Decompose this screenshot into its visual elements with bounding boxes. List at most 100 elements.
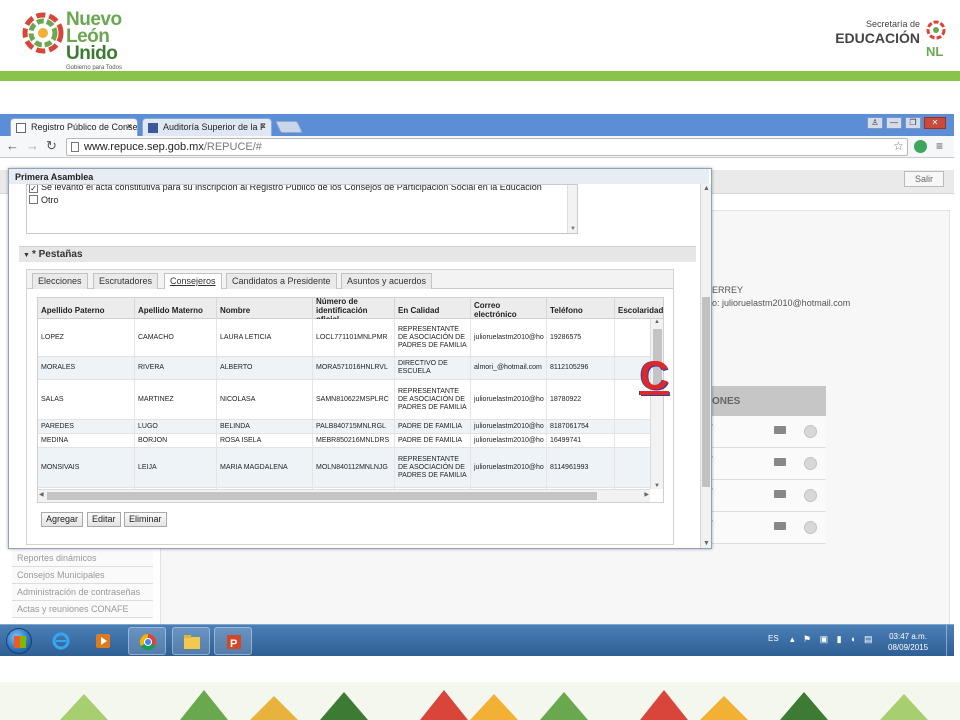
browser-tab-repuce[interactable]: Registro Público de Conse × xyxy=(10,118,138,136)
dialog-scrollbar[interactable]: ▲ ▼ xyxy=(700,184,711,548)
table-row[interactable]: MEDINA BORJON ROSA ISELA MEBR850216MNLDRS PA… xyxy=(38,434,650,448)
minimize-button[interactable]: — xyxy=(886,117,902,129)
agregar-button[interactable]: Agregar xyxy=(41,512,84,527)
checkbox-checked[interactable]: ✓ xyxy=(29,185,38,193)
taskbar-media-player[interactable] xyxy=(84,627,122,655)
close-tab-icon[interactable]: × xyxy=(127,121,132,131)
column-header[interactable]: Nombre xyxy=(217,298,313,319)
language-indicator[interactable]: ES xyxy=(768,634,779,643)
table-cell-id: PALB840715MNLRGL xyxy=(313,420,395,433)
checkbox-option[interactable]: Otro xyxy=(29,195,59,205)
media-player-icon xyxy=(96,634,110,648)
scroll-left-arrow-icon[interactable]: ◀ xyxy=(39,491,44,498)
print-icon[interactable] xyxy=(774,458,786,466)
clock[interactable]: 03:47 a.m. 08/09/2015 xyxy=(888,631,928,653)
status-icon[interactable] xyxy=(804,425,817,438)
salir-label: Salir xyxy=(914,174,933,184)
table-row[interactable]: LOPEZ CAMACHO LAURA LETICIA LOCL771101MNLPM… xyxy=(38,319,650,357)
column-header[interactable]: Apellido Materno xyxy=(135,298,217,319)
footer-triangle xyxy=(320,692,368,720)
close-window-button[interactable]: ✕ xyxy=(924,117,946,129)
print-icon[interactable] xyxy=(774,490,786,498)
column-header[interactable]: Correo electrónico xyxy=(471,298,547,319)
eliminar-button[interactable]: Eliminar xyxy=(124,512,167,527)
pestanas-section-header[interactable]: ▼ * Pestañas xyxy=(19,246,696,262)
column-header[interactable]: Teléfono xyxy=(547,298,615,319)
tab-consejeros[interactable]: Consejeros xyxy=(164,273,222,289)
maximize-button[interactable]: ❐ xyxy=(905,117,921,129)
table-cell-calidad: DIRECTIVO DE ESCUELA xyxy=(395,357,471,379)
scroll-right-arrow-icon[interactable]: ▶ xyxy=(644,491,649,498)
chrome-icon xyxy=(139,633,156,651)
tab-escrutadores[interactable]: Escrutadores xyxy=(93,273,159,289)
checkbox-option[interactable]: ✓ Se levantó el acta constitutiva para su… xyxy=(29,185,542,193)
forward-arrow-icon[interactable]: → xyxy=(26,139,39,153)
scroll-down-arrow-icon[interactable]: ▼ xyxy=(703,540,710,547)
user-icon[interactable]: ♙ xyxy=(867,117,883,129)
scroll-thumb[interactable] xyxy=(702,297,710,487)
section-title: * Pestañas xyxy=(31,249,83,260)
nl-emblem-icon: NL xyxy=(926,20,946,59)
table-cell-paterno: LOPEZ xyxy=(38,319,135,356)
checkbox-unchecked[interactable] xyxy=(29,195,38,204)
back-arrow-icon[interactable]: ← xyxy=(6,139,19,153)
footer-triangle xyxy=(640,690,688,720)
tab-asuntos[interactable]: Asuntos y acuerdos xyxy=(341,273,433,289)
start-button[interactable] xyxy=(6,628,32,654)
browser-tab-auditoria[interactable]: Auditoría Superior de la F × xyxy=(142,118,272,136)
scroll-up-arrow-icon[interactable]: ▲ xyxy=(654,319,660,325)
browser-window: Registro Público de Conse × Auditoría Su… xyxy=(0,114,954,656)
sep-line-2: EDUCACIÓN xyxy=(835,30,920,46)
column-header[interactable]: Número de identificación oficial xyxy=(313,298,395,319)
nuevo-leon-logo-icon xyxy=(22,12,64,54)
table-cell-paterno: SALAS xyxy=(38,380,135,419)
column-header[interactable]: Escolaridad xyxy=(615,298,663,319)
side-menu-item[interactable]: Administración de contraseñas xyxy=(12,584,153,601)
table-row[interactable]: SALAS MARTINEZ NICOLASA SAMN810622MSPLRC REP… xyxy=(38,380,650,420)
print-icon[interactable] xyxy=(774,522,786,530)
table-row[interactable]: PAREDES LUGO BELINDA PALB840715MNLRGL PADRE … xyxy=(38,420,650,434)
show-desktop-button[interactable] xyxy=(946,625,954,656)
scroll-up-arrow-icon[interactable]: ▲ xyxy=(703,185,710,192)
taskbar-explorer[interactable] xyxy=(172,627,210,655)
column-header[interactable]: En Calidad xyxy=(395,298,471,319)
table-row[interactable]: MORALES RIVERA ALBERTO MORA571016HNLRVL DIRE… xyxy=(38,357,650,380)
reload-icon[interactable]: ↻ xyxy=(46,139,57,153)
scroll-thumb[interactable] xyxy=(47,492,597,500)
editar-button[interactable]: Editar xyxy=(87,512,121,527)
bookmark-star-icon[interactable]: ☆ xyxy=(893,139,904,153)
tray-icons[interactable]: ▴ ⚑ ▣ ▮ ◖ ▤ xyxy=(790,634,875,645)
checkbox-scrollbar[interactable]: ▼ xyxy=(567,185,577,233)
status-icon[interactable] xyxy=(804,521,817,534)
table-row[interactable]: MONSIVAIS LEIJA MARIA MAGDALENA MOLN840112M… xyxy=(38,448,650,488)
side-menu-item[interactable]: Consejos Municipales xyxy=(12,567,153,584)
taskbar-ie[interactable] xyxy=(42,627,80,655)
new-tab-button[interactable] xyxy=(275,121,303,133)
table-cell-id: MOLN840112MNLNJG xyxy=(313,448,395,487)
page-icon xyxy=(16,123,26,133)
taskbar-chrome[interactable] xyxy=(128,627,166,655)
url-path: /REPUCE/# xyxy=(203,141,262,153)
status-icon[interactable] xyxy=(804,489,817,502)
salir-button[interactable]: Salir xyxy=(904,171,944,187)
print-icon[interactable] xyxy=(774,426,786,434)
status-icon[interactable] xyxy=(804,457,817,470)
extension-icon[interactable] xyxy=(914,140,927,153)
close-tab-icon[interactable]: × xyxy=(261,121,266,131)
table-cell-materno: BORJON xyxy=(135,434,217,447)
svg-text:NL: NL xyxy=(926,44,943,59)
grid-vertical-scrollbar[interactable]: ▲ ▼ xyxy=(650,319,663,489)
address-bar[interactable]: www.repuce.sep.gob.mx/REPUCE/# xyxy=(66,138,908,156)
grid-horizontal-scrollbar[interactable]: ◀ ▶ xyxy=(38,489,650,502)
collapse-triangle-icon[interactable]: ▼ xyxy=(23,252,30,259)
column-header[interactable]: Apellido Paterno xyxy=(38,298,135,319)
scroll-down-arrow-icon[interactable]: ▼ xyxy=(570,226,576,232)
tab-elecciones[interactable]: Elecciones xyxy=(32,273,88,289)
menu-icon[interactable]: ≡ xyxy=(936,139,943,153)
scroll-down-arrow-icon[interactable]: ▼ xyxy=(654,483,660,489)
table-cell-telefono: 18780922 xyxy=(547,380,615,419)
taskbar-powerpoint[interactable]: P xyxy=(214,627,252,655)
tab-candidatos[interactable]: Candidatos a Presidente xyxy=(226,273,337,289)
side-menu-item[interactable]: Actas y reuniones CONAFE xyxy=(12,601,153,618)
side-menu-item[interactable]: Reportes dinámicos xyxy=(12,550,153,567)
